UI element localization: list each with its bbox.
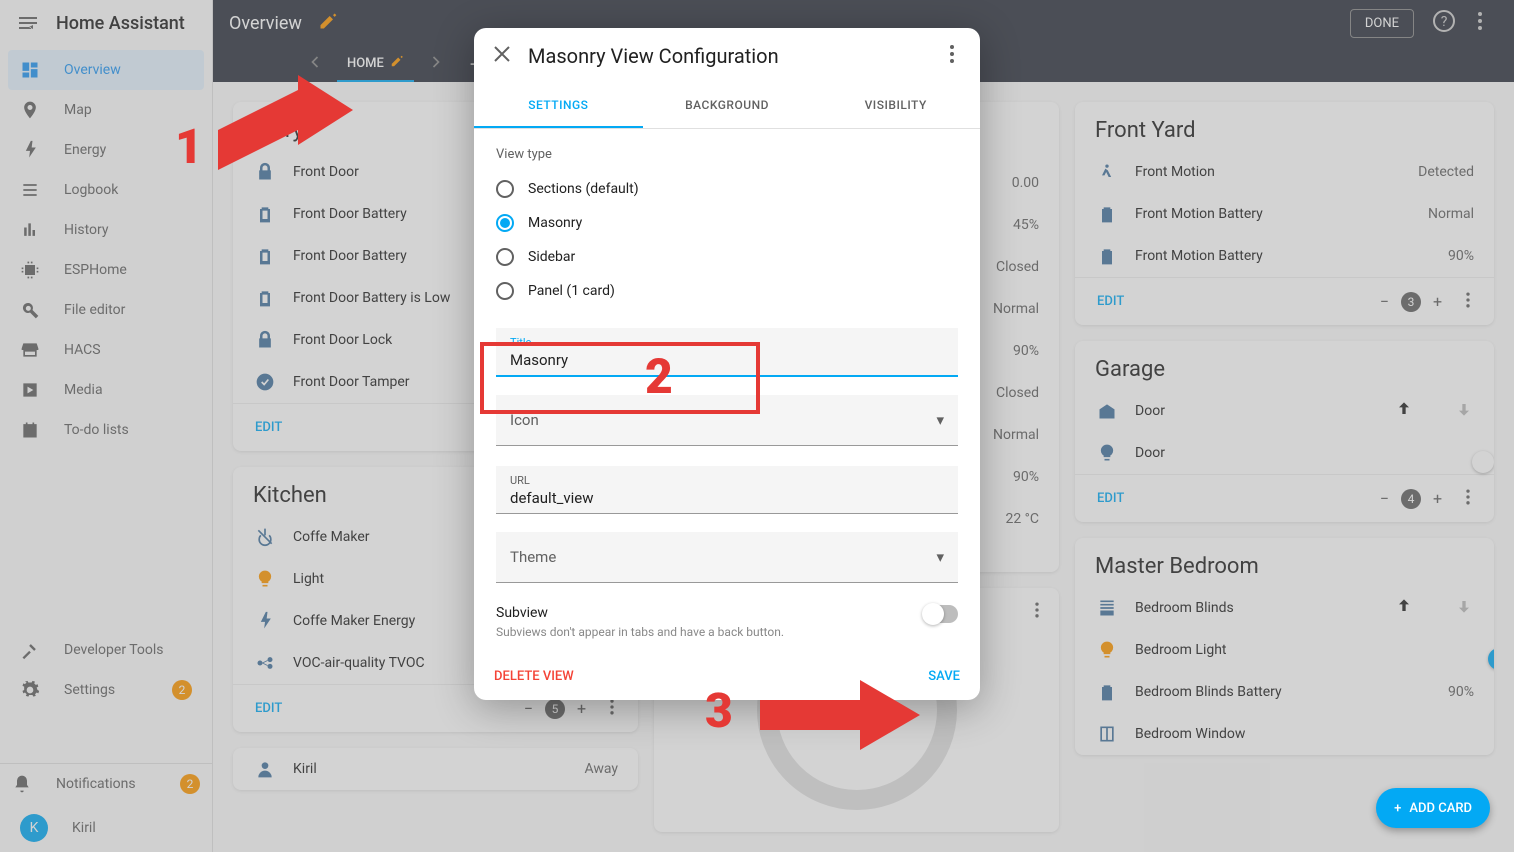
subview-switch[interactable]	[924, 605, 958, 623]
title-field[interactable]: Title	[496, 328, 958, 377]
add-card-fab[interactable]: + ADD CARD	[1376, 788, 1490, 828]
radio-sidebar[interactable]: Sidebar	[496, 240, 958, 274]
delete-view-button[interactable]: DELETE VIEW	[494, 669, 574, 684]
radio-icon	[496, 180, 514, 198]
chevron-down-icon: ▾	[936, 411, 944, 429]
plus-icon: +	[1394, 801, 1401, 816]
save-button[interactable]: SAVE	[928, 669, 960, 684]
dialog-tabs: SETTINGS BACKGROUND VISIBILITY	[474, 84, 980, 129]
title-input[interactable]	[510, 349, 944, 369]
radio-icon	[496, 214, 514, 232]
dialog-body: View type Sections (default) Masonry Sid…	[474, 129, 980, 657]
view-type-label: View type	[496, 147, 958, 162]
fab-label: ADD CARD	[1409, 801, 1472, 816]
view-config-dialog: Masonry View Configuration SETTINGS BACK…	[474, 28, 980, 700]
dialog-footer: DELETE VIEW SAVE	[474, 657, 980, 700]
radio-sections[interactable]: Sections (default)	[496, 172, 958, 206]
tab-settings[interactable]: SETTINGS	[474, 84, 643, 128]
tab-visibility[interactable]: VISIBILITY	[811, 84, 980, 128]
subview-row: Subview Subviews don't appear in tabs an…	[496, 605, 958, 639]
subview-desc: Subviews don't appear in tabs and have a…	[496, 625, 912, 639]
field-label: URL	[510, 474, 944, 487]
radio-masonry[interactable]: Masonry	[496, 206, 958, 240]
field-label: Title	[510, 336, 944, 349]
theme-select[interactable]: Theme ▾	[496, 532, 958, 583]
radio-panel[interactable]: Panel (1 card)	[496, 274, 958, 308]
dialog-header: Masonry View Configuration	[474, 28, 980, 84]
url-field[interactable]: URL	[496, 466, 958, 514]
dialog-title: Masonry View Configuration	[528, 44, 926, 68]
subview-title: Subview	[496, 605, 912, 621]
icon-select[interactable]: Icon ▾	[496, 395, 958, 446]
url-input[interactable]	[510, 487, 944, 507]
radio-icon	[496, 282, 514, 300]
field-label: Icon	[510, 411, 539, 429]
more-icon[interactable]	[940, 42, 964, 70]
radio-icon	[496, 248, 514, 266]
chevron-down-icon: ▾	[936, 548, 944, 566]
close-icon[interactable]	[490, 42, 514, 70]
field-label: Theme	[510, 548, 556, 566]
tab-background[interactable]: BACKGROUND	[643, 84, 812, 128]
